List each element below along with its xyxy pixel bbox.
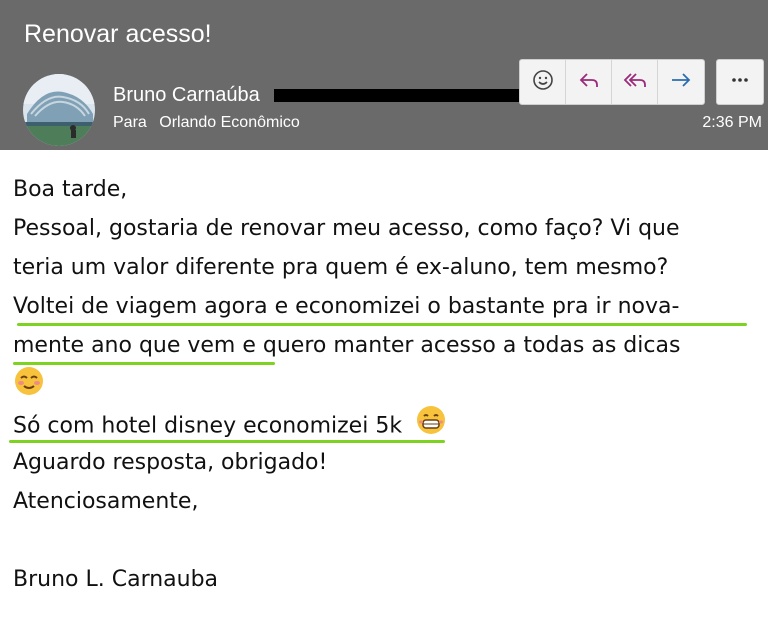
forward-icon <box>669 68 693 96</box>
body-line: Pessoal, gostaria de renovar meu acesso,… <box>13 216 680 241</box>
to-label: Para <box>113 114 147 131</box>
body-line: Aguardo resposta, obrigado! <box>13 450 328 475</box>
reply-button[interactable] <box>566 60 612 104</box>
emoji-icon <box>531 68 555 96</box>
body-line-text: Voltei de viagem agora e economizei o ba… <box>13 294 680 319</box>
body-line-highlighted: Voltei de viagem agora e economizei o ba… <box>13 287 763 326</box>
sender-avatar[interactable] <box>23 74 95 146</box>
body-line: Boa tarde, <box>13 177 128 202</box>
body-line-highlighted: mente ano que vem e quero manter acesso … <box>13 326 763 365</box>
body-line: teria um valor diferente pra quem é ex-a… <box>13 255 669 280</box>
more-actions-button[interactable] <box>716 59 764 105</box>
body-line-highlighted: Só com hotel disney economizei 5k <box>9 404 763 443</box>
reply-icon <box>577 68 601 96</box>
email-time: 2:36 PM <box>702 114 762 131</box>
recipient-name[interactable]: Orlando Econômico <box>159 114 300 131</box>
email-body: Boa tarde, Pessoal, gostaria de renovar … <box>9 170 763 599</box>
body-line-text: mente ano que vem e quero manter acesso … <box>13 333 681 358</box>
reply-all-button[interactable] <box>612 60 658 104</box>
recipient-line: Para Orlando Econômico <box>113 114 300 132</box>
email-subject: Renovar acesso! <box>24 20 212 48</box>
body-line: Atenciosamente, <box>13 489 199 514</box>
email-header: Renovar acesso! Bruno Carnaúba Para Orla… <box>0 0 768 150</box>
reply-all-icon <box>622 68 648 96</box>
body-line <box>13 521 763 560</box>
body-line-text: Só com hotel disney economizei 5k <box>13 413 403 439</box>
body-line: Bruno L. Carnauba <box>13 567 219 592</box>
more-icon <box>728 68 752 96</box>
forward-button[interactable] <box>658 60 704 104</box>
message-actions-toolbar <box>519 59 705 105</box>
emoji-line <box>13 365 763 404</box>
sender-name: Bruno Carnaúba <box>113 84 260 106</box>
redacted-email-address <box>274 89 528 102</box>
emoji-reaction-button[interactable] <box>520 60 566 104</box>
